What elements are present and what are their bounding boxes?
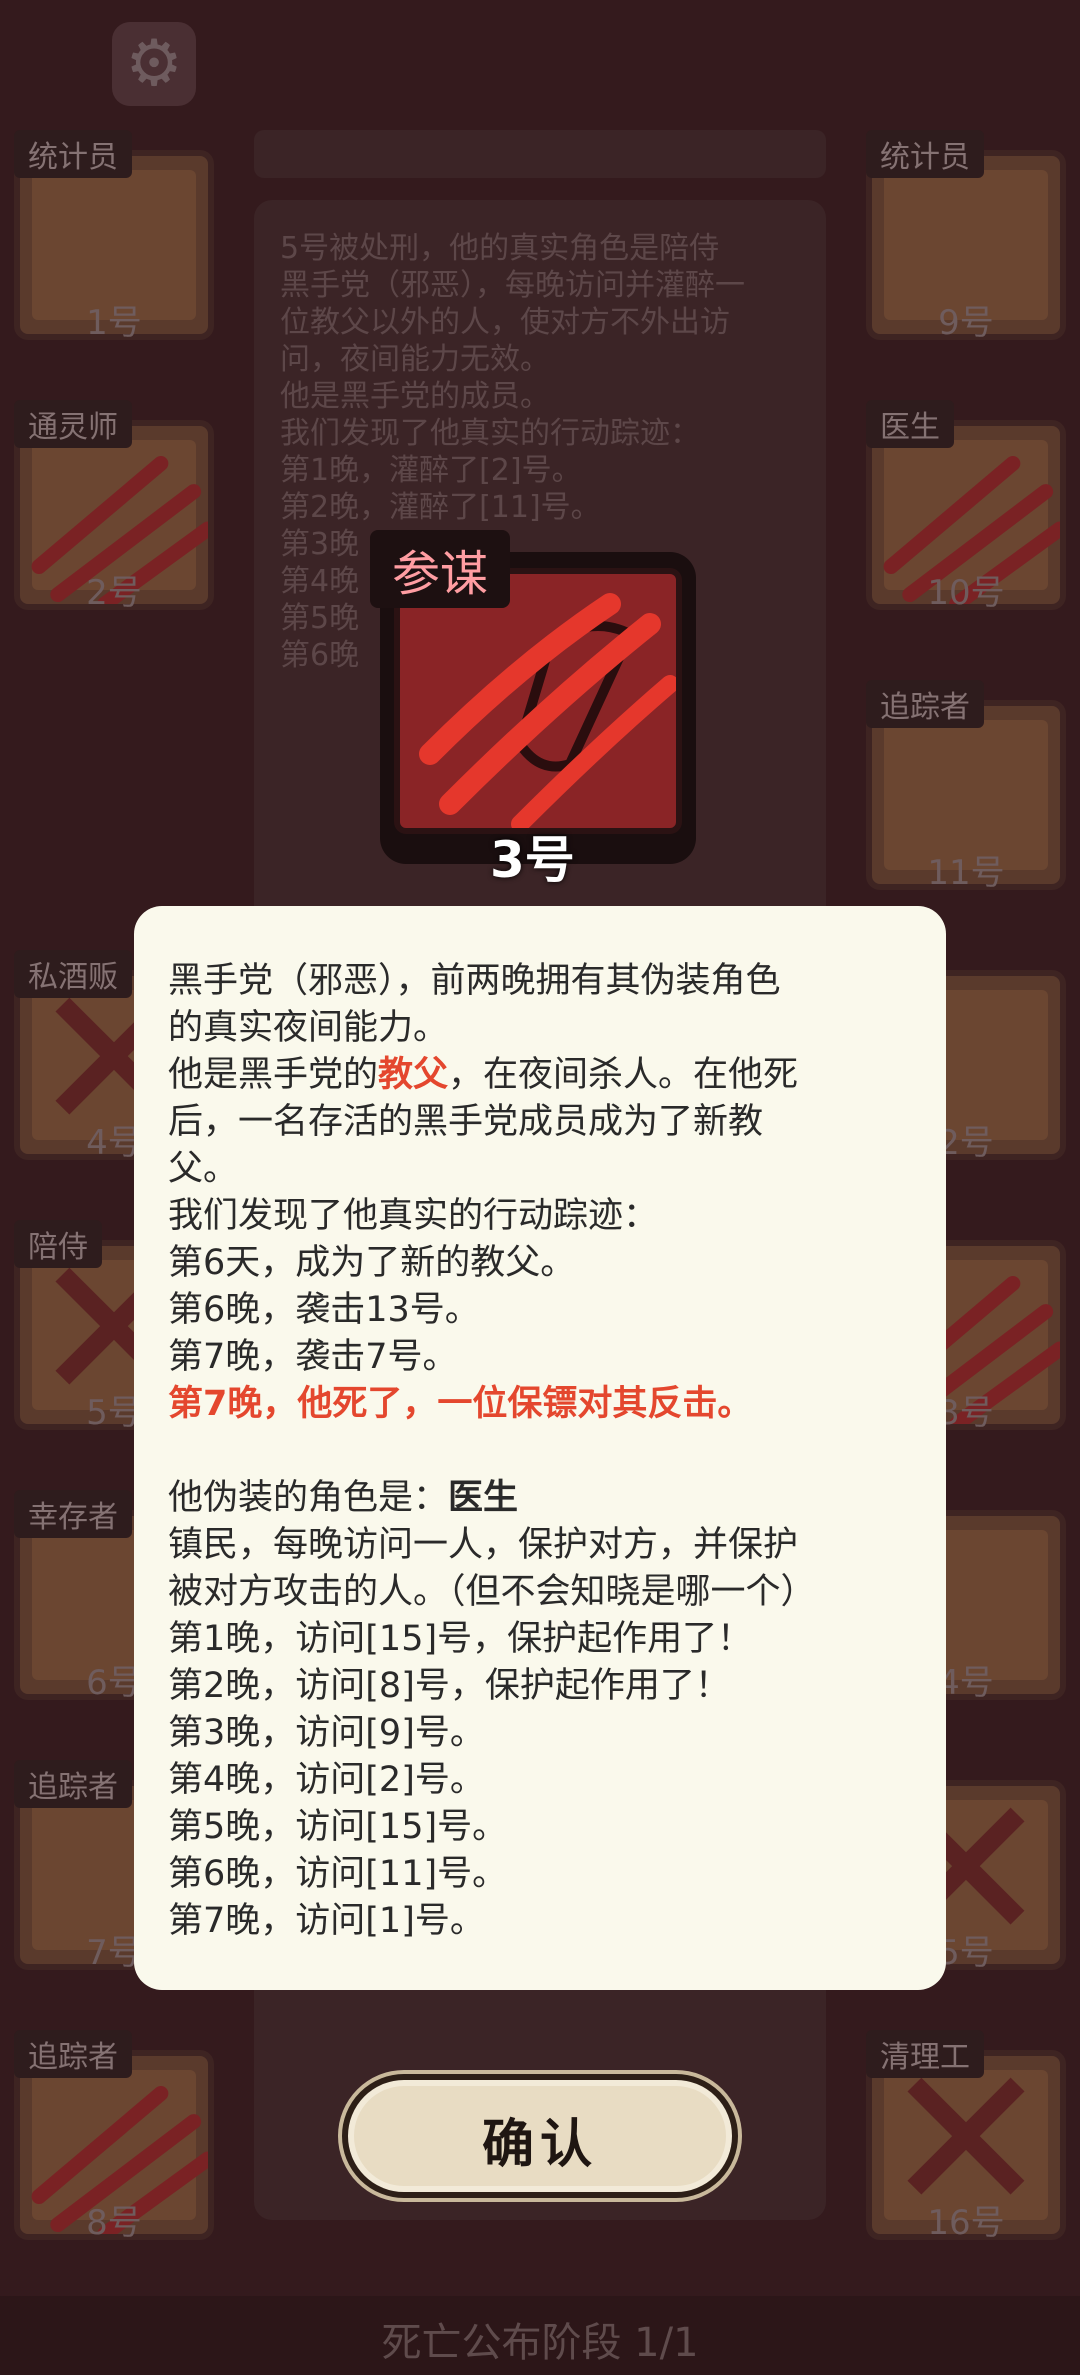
- description-line: 第2晚，访问[8]号，保护起作用了！: [168, 1663, 914, 1710]
- log-line: 他是黑手党的成员。: [280, 379, 550, 414]
- disguise-role-name: 医生: [448, 1478, 519, 1518]
- player-card[interactable]: 统计员 9号: [866, 130, 1066, 343]
- role-name-tag: 参谋: [370, 530, 511, 608]
- player-role-tag: 陪侍: [14, 1220, 102, 1268]
- confirm-label: 确认: [481, 2115, 598, 2175]
- player-role-tag: 统计员: [866, 130, 984, 178]
- player-card[interactable]: 追踪者 11号: [866, 680, 1066, 893]
- player-role-tag: 幸存者: [14, 1490, 132, 1538]
- phase-label: 死亡公布阶段 1/1: [381, 2320, 699, 2366]
- role-description: 黑手党（邪恶），前两晚拥有其伪装角色 的真实夜间能力。 他是黑手党的教父，在夜间杀人…: [168, 958, 914, 1945]
- player-card[interactable]: 医生 10号: [866, 400, 1066, 613]
- player-role-tag: 统计员: [14, 130, 132, 178]
- description-text: 他是黑手党的: [168, 1055, 379, 1095]
- description-line: 第6晚，访问[11]号。: [168, 1851, 914, 1898]
- description-text: 第2晚，访问[8]号，保护起作用了！: [168, 1666, 730, 1706]
- description-text: 第7晚，访问[1]号。: [168, 1901, 485, 1941]
- player-card[interactable]: 追踪者 8号: [14, 2030, 214, 2243]
- description-line: 第7晚，他死了，一位保镖对其反击。: [168, 1381, 914, 1428]
- highlight-text: 第7晚，他死了，一位保镖对其反击。: [168, 1384, 753, 1424]
- description-line: 我们发现了他真实的行动踪迹：: [168, 1193, 914, 1240]
- description-line: 第6晚，袭击13号。: [168, 1287, 914, 1334]
- player-card[interactable]: 统计员 1号: [14, 130, 214, 343]
- log-header-panel: [254, 130, 826, 178]
- log-line: 问，夜间能力无效。: [280, 342, 550, 377]
- description-text: 第6天，成为了新的教父。: [168, 1243, 576, 1283]
- description-line: [168, 1428, 914, 1475]
- description-line: 第7晚，访问[1]号。: [168, 1898, 914, 1945]
- player-role-tag: 通灵师: [14, 400, 132, 448]
- player-card[interactable]: 通灵师 2号: [14, 400, 214, 613]
- description-line: 第6天，成为了新的教父。: [168, 1240, 914, 1287]
- description-text: 第6晚，访问[11]号。: [168, 1854, 508, 1894]
- description-line: 第3晚，访问[9]号。: [168, 1710, 914, 1757]
- description-line: 被对方攻击的人。（但不会知晓是哪一个）: [168, 1569, 914, 1616]
- description-line: 第7晚，袭击7号。: [168, 1334, 914, 1381]
- description-line: 后，一名存活的黑手党成员成为了新教: [168, 1099, 914, 1146]
- description-line: 父。: [168, 1146, 914, 1193]
- player-number: 8号: [86, 2203, 142, 2243]
- description-text: 后，一名存活的黑手党成员成为了新教: [168, 1102, 764, 1142]
- player-role-tag: 追踪者: [866, 680, 984, 728]
- log-line: 位教父以外的人，使对方不外出访: [280, 305, 730, 340]
- description-text: 黑手党（邪恶），前两晚拥有其伪装角色: [168, 961, 781, 1001]
- role-reveal-dialog: 黑手党（邪恶），前两晚拥有其伪装角色 的真实夜间能力。 他是黑手党的教父，在夜间杀人…: [134, 906, 946, 1990]
- player-role-tag: 追踪者: [14, 1760, 132, 1808]
- player-number: 16号: [927, 2203, 1005, 2243]
- description-line: 他伪装的角色是：医生: [168, 1475, 914, 1522]
- player-role-tag: 清理工: [866, 2030, 984, 2078]
- description-text: 第6晚，袭击13号。: [168, 1290, 480, 1330]
- log-line: 第2晚，灌醉了[11]号。: [280, 490, 601, 525]
- description-line: 他是黑手党的教父，在夜间杀人。在他死: [168, 1052, 914, 1099]
- phase-bar: 死亡公布阶段 1/1: [0, 2296, 1080, 2375]
- description-text: 他伪装的角色是：: [168, 1478, 449, 1518]
- description-text: 镇民，每晚访问一人，保护对方，并保护: [168, 1525, 799, 1565]
- player-number: 10号: [927, 573, 1005, 613]
- gear-icon: ⚙: [125, 27, 183, 101]
- description-line: 第5晚，访问[15]号。: [168, 1804, 914, 1851]
- description-text: 第5晚，访问[15]号。: [168, 1807, 508, 1847]
- description-text: 被对方攻击的人。（但不会知晓是哪一个）: [168, 1572, 816, 1612]
- description-line: 的真实夜间能力。: [168, 1005, 914, 1052]
- settings-button[interactable]: ⚙: [112, 22, 196, 106]
- player-role-tag: 医生: [866, 400, 954, 448]
- log-line: 我们发现了他真实的行动踪迹：: [280, 416, 700, 451]
- highlight-text: 教父: [378, 1055, 449, 1095]
- description-line: 黑手党（邪恶），前两晚拥有其伪装角色: [168, 958, 914, 1005]
- player-number: 1号: [86, 303, 142, 343]
- description-text: 父。: [168, 1149, 239, 1189]
- description-text: 第1晚，访问[15]号，保护起作用了！: [168, 1619, 753, 1659]
- log-line: 黑手党（邪恶），每晚访问并灌醉一: [280, 268, 745, 303]
- description-line: 镇民，每晚访问一人，保护对方，并保护: [168, 1522, 914, 1569]
- confirm-button[interactable]: 确认: [342, 2074, 738, 2198]
- player-card[interactable]: ✕ 清理工 16号: [866, 2030, 1066, 2243]
- player-number: 9号: [938, 303, 994, 343]
- log-line: 第1晚，灌醉了[2]号。: [280, 453, 582, 488]
- log-line: 5号被处刑，他的真实角色是陪侍: [280, 231, 720, 266]
- role-player-number: 3号: [490, 831, 575, 889]
- description-text: 第4晚，访问[2]号。: [168, 1760, 485, 1800]
- claw-marks-icon: [419, 593, 679, 833]
- description-line: 第4晚，访问[2]号。: [168, 1757, 914, 1804]
- description-text: ，在夜间杀人。在他死: [448, 1055, 799, 1095]
- description-text: 的真实夜间能力。: [168, 1008, 449, 1048]
- player-role-tag: 私酒贩: [14, 950, 132, 998]
- description-line: 第1晚，访问[15]号，保护起作用了！: [168, 1616, 914, 1663]
- player-role-tag: 追踪者: [14, 2030, 132, 2078]
- description-text: 我们发现了他真实的行动踪迹：: [168, 1196, 659, 1236]
- player-number: 2号: [86, 573, 142, 613]
- description-text: 第3晚，访问[9]号。: [168, 1713, 485, 1753]
- player-number: 11号: [927, 853, 1005, 893]
- description-text: 第7晚，袭击7号。: [168, 1337, 458, 1377]
